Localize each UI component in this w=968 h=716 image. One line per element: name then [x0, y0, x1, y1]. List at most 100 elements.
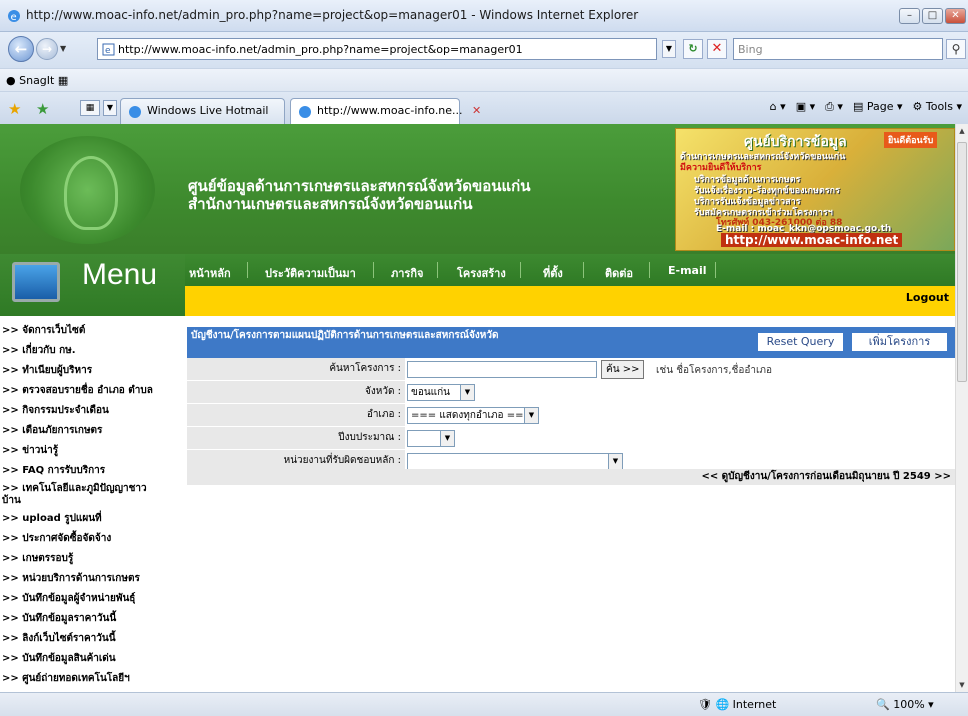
feeds-icon[interactable]: ▣ ▾: [796, 100, 815, 114]
nav-location[interactable]: ที่ตั้ง: [543, 264, 563, 282]
zoom-level[interactable]: 🔍 100% ▾: [876, 698, 934, 711]
nav-structure[interactable]: โครงสร้าง: [457, 264, 506, 282]
top-nav: หน้าหลัก ประวัติความเป็นมา ภารกิจ โครงสร…: [185, 254, 955, 286]
sidebar-item-manage-site[interactable]: >> จัดการเว็บไซต์: [2, 323, 85, 338]
sidebar-item-monthly-activities[interactable]: >> กิจกรรมประจำเดือน: [2, 403, 109, 418]
vertical-scrollbar[interactable]: ▲ ▼: [955, 124, 968, 692]
search-button[interactable]: ค้น >>: [601, 360, 645, 379]
site-banner: ศูนย์ข้อมูลด้านการเกษตรและสหกรณ์จังหวัดข…: [0, 124, 955, 254]
computer-monitor-icon: [12, 262, 60, 302]
sidebar-item-today-price-links[interactable]: >> ลิงก์เว็บไซต์ราคาวันนี้: [2, 631, 116, 646]
tab-hotmail[interactable]: Windows Live Hotmail: [120, 98, 285, 124]
sidebar-header: Menu: [0, 254, 185, 316]
home-icon[interactable]: ⌂ ▾: [770, 100, 786, 114]
tab-list-dropdown-icon[interactable]: ▼: [103, 100, 117, 116]
sidebar-item-service-units[interactable]: >> หน่วยบริการด้านการเกษตร: [2, 571, 140, 586]
add-favorites-icon[interactable]: ★: [36, 100, 49, 118]
snagit-button[interactable]: ● SnagIt ▦: [6, 74, 68, 87]
sidebar-item-seed-sellers[interactable]: >> บันทึกข้อมูลผู้จำหน่ายพันธุ์: [2, 591, 135, 606]
address-url: http://www.moac-info.net/admin_pro.php?n…: [118, 43, 523, 56]
menu-title: Menu: [82, 258, 158, 291]
sidebar-item-agri-knowledge[interactable]: >> เกษตรรอบรู้: [2, 551, 73, 566]
nav-email[interactable]: E-mail: [668, 264, 707, 277]
minimize-button[interactable]: –: [899, 8, 920, 24]
service-ad-banner[interactable]: ศูนย์บริการข้อมูล ยินดีต้อนรับ ด้านการเก…: [675, 128, 955, 251]
district-label: อำเภอ :: [187, 404, 405, 426]
province-label: จังหวัด :: [187, 381, 405, 403]
tab-moac[interactable]: http://www.moac-info.ne... ✕: [290, 98, 481, 124]
maximize-button[interactable]: □: [922, 8, 943, 24]
sidebar-item-about[interactable]: >> เกี่ยวกับ กษ.: [2, 343, 76, 358]
sidebar-item-technology-cont[interactable]: บ้าน: [2, 493, 21, 508]
search-input[interactable]: Bing: [733, 38, 943, 60]
logout-link[interactable]: Logout: [906, 291, 949, 304]
sidebar-item-technology[interactable]: >> เทคโนโลยีและภูมิปัญญาชาว: [2, 481, 147, 496]
internet-zone[interactable]: 🛡 🌐 Internet: [698, 698, 776, 711]
page-menu[interactable]: ▤ Page ▾: [853, 100, 903, 114]
window-title: http://www.moac-info.net/admin_pro.php?n…: [26, 8, 639, 22]
form-row-province: จังหวัด : ขอนแก่น ▼: [187, 381, 955, 404]
ad-url: http://www.moac-info.net: [721, 233, 903, 247]
search-label: ค้นหาโครงการ :: [187, 358, 405, 380]
user-bar: Logout: [185, 286, 955, 316]
chevron-down-icon: ▼: [440, 431, 454, 446]
sidebar-item-agri-alert[interactable]: >> เตือนภัยการเกษตร: [2, 423, 102, 438]
sidebar-item-procurement[interactable]: >> ประกาศจัดซื้อจัดจ้าง: [2, 531, 111, 546]
scroll-up-icon[interactable]: ▲: [956, 124, 968, 138]
forward-button[interactable]: →: [36, 38, 58, 60]
scroll-down-icon[interactable]: ▼: [956, 678, 968, 692]
banner-subtitle: สำนักงานเกษตรและสหกรณ์จังหวัดขอนแก่น: [188, 195, 473, 213]
chevron-down-icon: ▼: [608, 454, 622, 469]
tab-bar: ★ ★ ▦ ▼ Windows Live Hotmail http://www.…: [0, 92, 968, 124]
add-project-button[interactable]: เพิ่มโครงการ: [851, 332, 948, 352]
sidebar-item-news[interactable]: >> ข่าวน่ารู้: [2, 443, 58, 458]
sidebar-item-executives[interactable]: >> ทำเนียบผู้บริหาร: [2, 363, 92, 378]
stop-button[interactable]: ✕: [707, 39, 727, 59]
ad-badge: ยินดีต้อนรับ: [884, 132, 938, 148]
svg-text:e: e: [11, 12, 17, 23]
tab-close-icon[interactable]: ✕: [472, 104, 481, 117]
refresh-button[interactable]: ↻: [683, 39, 703, 59]
agency-select[interactable]: ▼: [407, 453, 623, 470]
budget-year-select[interactable]: ▼: [407, 430, 455, 447]
form-row-budget-year: ปีงบประมาณ : ▼: [187, 427, 955, 450]
district-select[interactable]: === แสดงทุกอำเภอ === ▼: [407, 407, 539, 424]
project-search-input[interactable]: [407, 361, 597, 378]
scrollbar-thumb[interactable]: [957, 142, 967, 382]
sidebar-item-today-price-entry[interactable]: >> บันทึกข้อมูลราคาวันนี้: [2, 611, 116, 626]
form-row-district: อำเภอ : === แสดงทุกอำเภอ === ▼: [187, 404, 955, 427]
reset-query-button[interactable]: Reset Query: [757, 332, 844, 352]
nav-home[interactable]: หน้าหลัก: [189, 264, 231, 282]
address-input[interactable]: e http://www.moac-info.net/admin_pro.php…: [97, 38, 657, 60]
quick-tabs-icon[interactable]: ▦: [80, 100, 100, 116]
back-button[interactable]: ←: [8, 36, 34, 62]
address-dropdown-icon[interactable]: ▼: [662, 40, 676, 58]
print-icon[interactable]: ⎙ ▾: [825, 100, 843, 114]
tab-label: Windows Live Hotmail: [147, 104, 269, 117]
sidebar-item-tech-center[interactable]: >> ศูนย์ถ่ายทอดเทคโนโลยีฯ: [2, 671, 130, 686]
page-title: บัญชีงาน/โครงการตามแผนปฏิบัติการด้านการเ…: [191, 330, 499, 341]
title-bar: e http://www.moac-info.net/admin_pro.php…: [0, 0, 968, 32]
old-projects-link[interactable]: << ดูบัญชีงาน/โครงการก่อนเดือนมิถุนายน ป…: [187, 469, 955, 485]
sidebar-item-featured-products[interactable]: >> บันทึกข้อมูลสินค้าเด่น: [2, 651, 116, 666]
nav-history[interactable]: ประวัติความเป็นมา: [265, 264, 356, 282]
ministry-seal-logo: [20, 136, 155, 244]
links-toolbar: ● SnagIt ▦: [0, 68, 968, 92]
sidebar-item-faq[interactable]: >> FAQ การรับบริการ: [2, 463, 105, 478]
history-dropdown-icon[interactable]: ▼: [60, 44, 66, 53]
close-button[interactable]: ✕: [945, 8, 966, 24]
sidebar-item-check-districts[interactable]: >> ตรวจสอบรายชื่อ อำเภอ ตำบล: [2, 383, 153, 398]
province-select[interactable]: ขอนแก่น ▼: [407, 384, 475, 401]
sidebar-item-upload-map[interactable]: >> upload รูปแผนที่: [2, 511, 102, 526]
search-hint: เช่น ชื่อโครงการ,ชื่ออำเภอ: [656, 365, 772, 376]
search-icon[interactable]: ⚲: [946, 39, 966, 59]
tab-page-icon: [299, 106, 311, 118]
svg-text:e: e: [105, 46, 111, 56]
search-form: ค้นหาโครงการ : ค้น >> เช่น ชื่อโครงการ,ช…: [187, 358, 955, 474]
status-bar: 🛡 🌐 Internet 🔍 100% ▾: [0, 692, 968, 716]
favorites-star-icon[interactable]: ★: [8, 100, 21, 118]
form-row-search: ค้นหาโครงการ : ค้น >> เช่น ชื่อโครงการ,ช…: [187, 358, 955, 381]
nav-contact[interactable]: ติดต่อ: [605, 264, 633, 282]
nav-mission[interactable]: ภารกิจ: [391, 264, 423, 282]
tools-menu[interactable]: ⚙ Tools ▾: [913, 100, 963, 114]
